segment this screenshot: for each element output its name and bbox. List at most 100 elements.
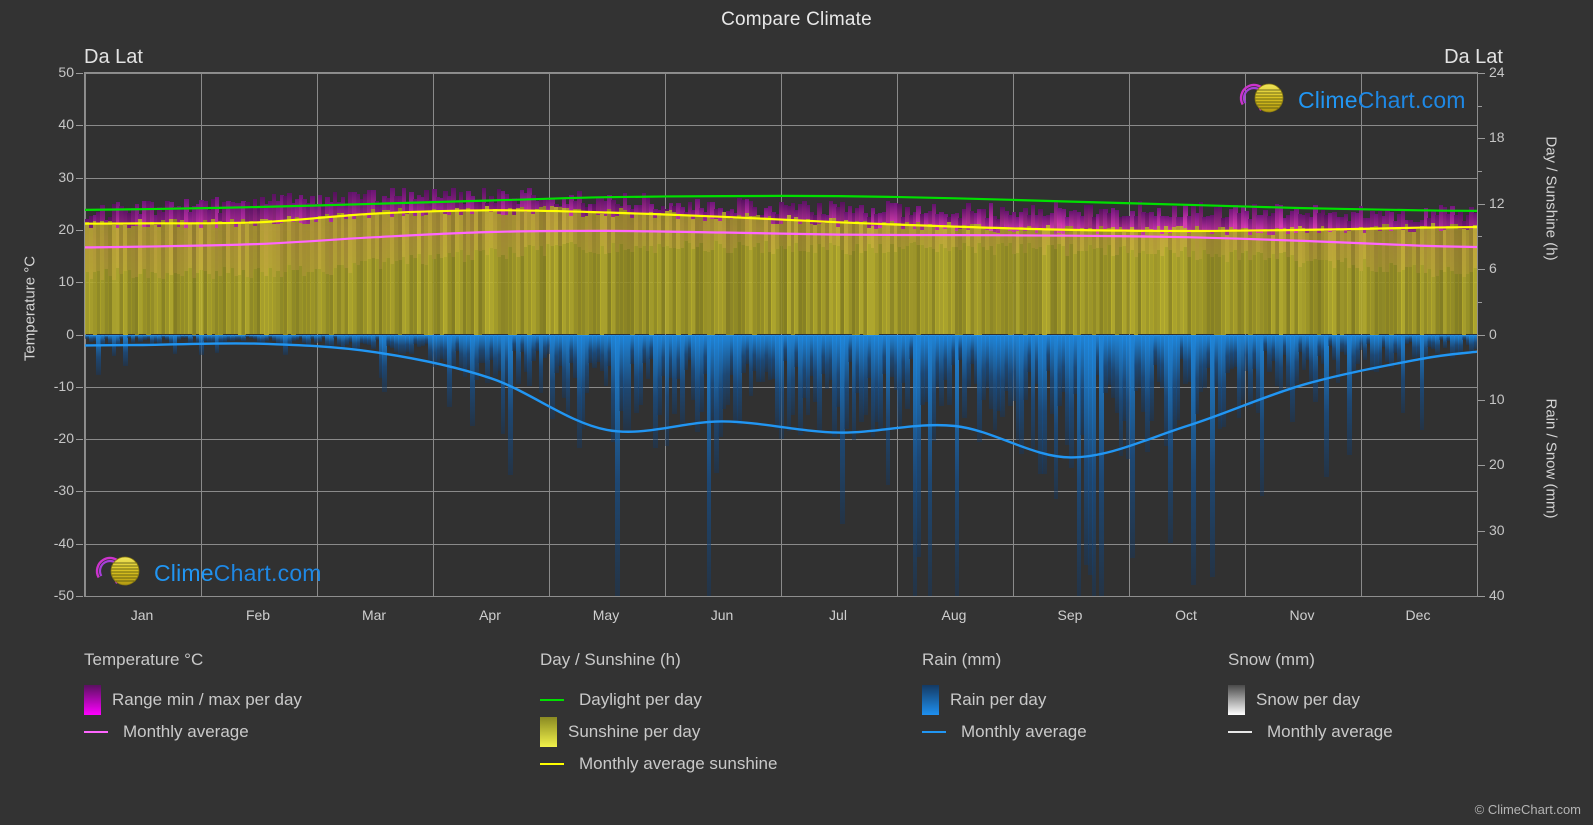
legend-item[interactable]: Monthly average: [84, 716, 302, 748]
climechart-watermark: ClimeChart.com: [92, 553, 322, 594]
x-axis-tick-label: Oct: [1175, 607, 1197, 623]
x-axis-tick-label: Nov: [1289, 607, 1315, 623]
legend-item-label: Rain per day: [950, 690, 1047, 709]
legend-item-label: Monthly average: [1267, 722, 1393, 741]
logo-text: ClimeChart.com: [1298, 87, 1466, 114]
axis-tick-label: 30: [58, 168, 74, 185]
legend-item[interactable]: Daylight per day: [540, 684, 777, 716]
legend-line-swatch: [922, 731, 950, 733]
series-lines-layer: [85, 73, 1477, 596]
axis-tick-mark: [1478, 596, 1485, 597]
legend-group-title: Day / Sunshine (h): [540, 650, 681, 669]
axis-tick-label: 0: [1489, 325, 1497, 342]
axis-tick-mark-minor: [1478, 171, 1482, 173]
legend-item[interactable]: Snow per day: [1228, 684, 1393, 716]
watermark-text: ClimeChart.com: [154, 560, 322, 587]
legend-color-swatch: [84, 685, 101, 715]
legend-item-label: Monthly average sunshine: [579, 754, 778, 773]
legend-line-marker: [922, 731, 946, 733]
axis-tick-mark: [1478, 334, 1485, 336]
logo-text-clime: Clime: [1298, 87, 1358, 113]
axis-tick-label: 0: [66, 325, 74, 342]
axis-tick-mark: [76, 386, 83, 388]
axis-tick-label: 50: [58, 64, 74, 80]
axis-tick-mark: [76, 334, 83, 336]
legend-group-title: Snow (mm): [1228, 650, 1315, 669]
axis-tick-label: 12: [1489, 194, 1505, 211]
logo-text-chart: Chart.com: [1357, 87, 1466, 113]
axis-tick-label: 20: [1489, 456, 1505, 473]
plot-inner: [85, 73, 1477, 596]
legend-item[interactable]: Monthly average: [922, 716, 1087, 748]
legend-item-label: Sunshine per day: [568, 722, 701, 741]
legend-item[interactable]: Sunshine per day: [540, 716, 777, 748]
legend-item-label: Range min / max per day: [112, 690, 302, 709]
axis-tick-mark: [76, 282, 83, 284]
axis-tick-label: 10: [1489, 390, 1505, 407]
legend-item[interactable]: Rain per day: [922, 684, 1087, 716]
axis-tick-mark: [1478, 465, 1485, 467]
y-axis-title-temperature: Temperature °C: [21, 255, 39, 362]
axis-tick-label: 30: [1489, 521, 1505, 538]
x-axis-tick-label: Feb: [245, 607, 271, 623]
axis-tick-label: -30: [53, 482, 74, 499]
axis-tick-label: 6: [1489, 260, 1497, 277]
legend-item[interactable]: Range min / max per day: [84, 684, 302, 716]
grid-line-vertical: [1477, 73, 1478, 596]
legend-item[interactable]: Monthly average: [1228, 716, 1393, 748]
logo-glyph-icon: [95, 556, 140, 586]
legend-item[interactable]: Monthly average sunshine: [540, 748, 777, 780]
sunshine-average-line: [85, 210, 1477, 231]
axis-tick-label: -20: [53, 430, 74, 447]
legend-item-label: Daylight per day: [579, 690, 702, 709]
axis-tick-label: -10: [53, 377, 74, 394]
axis-tick-mark: [76, 177, 83, 179]
legend-line-swatch: [1228, 731, 1256, 733]
climechart-logo-mark: [1236, 80, 1292, 121]
axis-tick-label: 40: [58, 116, 74, 133]
x-axis-tick-label: Aug: [941, 607, 967, 623]
watermark-text-chart: Chart.com: [213, 560, 322, 586]
axis-tick-label: -50: [53, 587, 74, 603]
x-axis-tick-label: Jan: [130, 607, 154, 623]
axis-tick-mark: [76, 491, 83, 493]
climechart-logo: ClimeChart.com: [1236, 80, 1466, 121]
x-axis-tick-label: Sep: [1057, 607, 1083, 623]
location-label-left: Da Lat: [84, 46, 143, 68]
legend-line-swatch: [84, 731, 112, 733]
legend-line-marker: [1228, 731, 1252, 733]
page-title: Compare Climate: [721, 9, 872, 30]
x-axis-tick-label: Mar: [361, 607, 387, 623]
copyright-notice: © ClimeChart.com: [1474, 802, 1581, 817]
axis-tick-label: 10: [58, 273, 74, 290]
axis-tick-label: 24: [1489, 64, 1505, 80]
axis-tick-label: -40: [53, 534, 74, 551]
y-axis-title-day-sunshine: Day / Sunshine (h): [1542, 136, 1560, 261]
chart-legend: Temperature °C Range min / max per day Mon…: [0, 650, 1593, 810]
legend-line-marker: [84, 731, 108, 733]
axis-tick-mark: [1478, 73, 1485, 74]
legend-group-title: Temperature °C: [84, 650, 204, 669]
axis-tick-mark: [76, 125, 83, 127]
axis-tick-mark: [76, 439, 83, 441]
axis-tick-mark: [76, 73, 83, 74]
axis-tick-mark-minor: [1478, 301, 1482, 303]
axis-tick-mark-minor: [1478, 236, 1482, 238]
axis-tick-mark: [76, 229, 83, 231]
legend-group-title: Rain (mm): [922, 650, 1002, 669]
legend-group: Day / Sunshine (h) Daylight per day Sunshi…: [540, 650, 777, 780]
legend-color-swatch: [1228, 685, 1245, 715]
x-axis-tick-label: Jun: [710, 607, 734, 623]
temperature-average-line: [85, 231, 1477, 248]
daylight-line: [85, 196, 1477, 211]
legend-line-marker: [540, 763, 564, 765]
legend-line-swatch: [540, 699, 568, 701]
axis-tick-label: 18: [1489, 129, 1505, 146]
legend-group: Rain (mm) Rain per day Monthly average: [922, 650, 1087, 748]
legend-group: Snow (mm) Snow per day Monthly average: [1228, 650, 1393, 748]
climate-plot[interactable]: [84, 72, 1478, 597]
legend-line-swatch: [540, 763, 568, 765]
legend-item-label: Monthly average: [961, 722, 1087, 741]
axis-tick-label: 40: [1489, 587, 1505, 603]
axis-tick-mark: [1478, 269, 1485, 271]
